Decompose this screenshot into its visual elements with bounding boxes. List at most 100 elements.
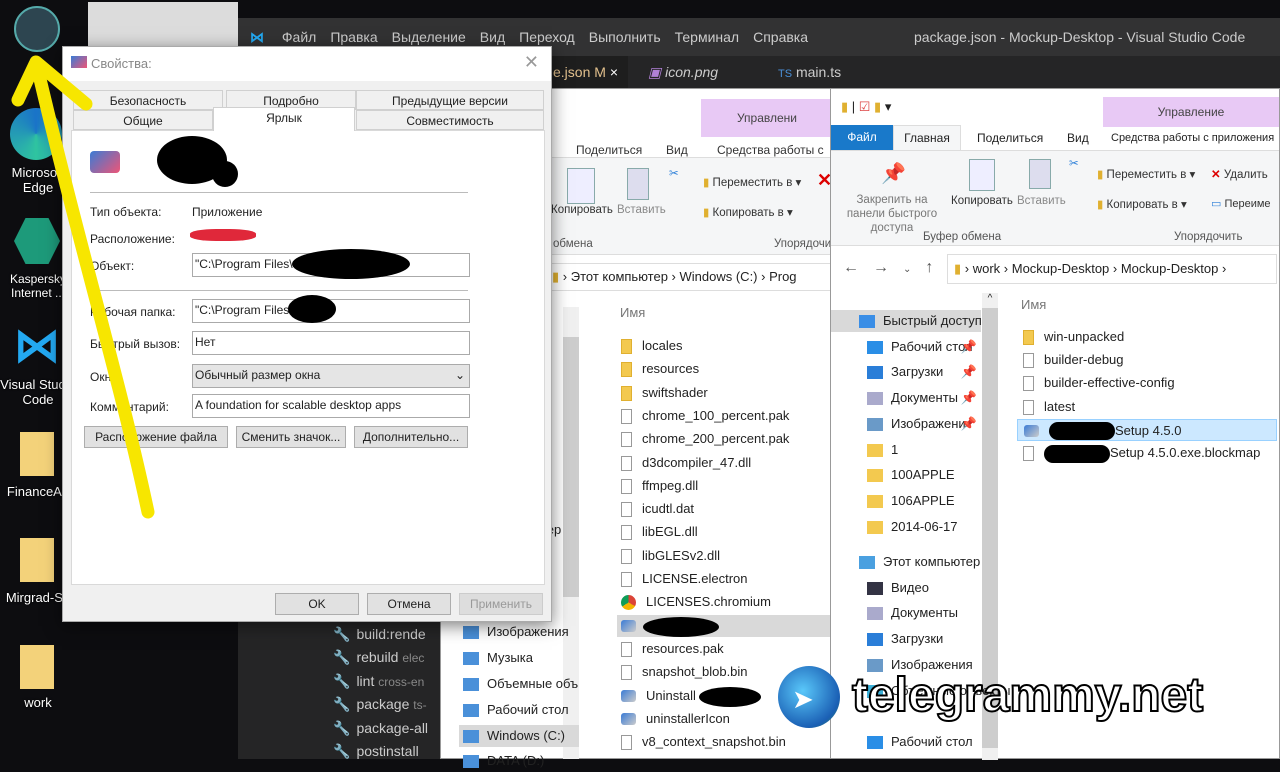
npm-script-item[interactable]: 🔧 package ts- xyxy=(333,696,427,713)
column-header-name[interactable]: Имя xyxy=(620,305,645,320)
nav-item[interactable]: Музыка xyxy=(459,647,579,669)
nav-item[interactable]: Загрузки xyxy=(831,628,981,650)
nav-buttons[interactable]: ←→⌄↑ xyxy=(843,259,947,277)
npm-script-item[interactable]: 🔧 postinstall xyxy=(333,743,419,760)
breadcrumb-item[interactable]: Windows (C:) xyxy=(680,269,758,284)
menu-item[interactable]: Терминал xyxy=(675,18,739,56)
file-row[interactable]: builder-effective-config xyxy=(1017,372,1277,394)
paste-button[interactable]: Вставить xyxy=(617,204,666,216)
manage-tab[interactable]: Управлени xyxy=(701,99,833,137)
file-row[interactable]: resources xyxy=(617,358,831,380)
file-row[interactable]: LICENSES.chromium xyxy=(617,591,831,613)
nav-item[interactable]: Рабочий стол 📌 xyxy=(831,336,981,358)
nav-item[interactable]: Windows (C:) xyxy=(459,725,579,747)
file-row[interactable]: swiftshader xyxy=(617,382,831,404)
menu-item[interactable]: Справка xyxy=(753,18,808,56)
menu-item[interactable]: Выполнить xyxy=(589,18,661,56)
file-row[interactable]: libEGL.dll xyxy=(617,521,831,543)
nav-item-label: Документы xyxy=(891,390,959,405)
column-header-name[interactable]: Имя xyxy=(1021,297,1046,312)
nav-item[interactable]: Изображени 📌 xyxy=(831,413,981,435)
nav-item[interactable]: 2014-06-17 xyxy=(831,516,981,538)
tab-share[interactable]: Поделиться xyxy=(977,131,1043,145)
nav-item[interactable]: Документы xyxy=(831,602,981,624)
copy-to-button[interactable]: ▮ Копировать в ▾ xyxy=(703,205,793,219)
close-icon[interactable]: × xyxy=(610,64,618,80)
move-to-button[interactable]: ▮ Переместить в ▾ xyxy=(703,175,801,189)
pin-icon[interactable]: 📌 xyxy=(961,336,977,358)
nav-item[interactable]: 1 xyxy=(831,439,981,461)
paste-button[interactable]: Вставить xyxy=(1017,195,1066,207)
file-row[interactable]: icudtl.dat xyxy=(617,498,831,520)
tab-icon-png[interactable]: ▣ icon.png xyxy=(638,56,728,88)
nav-item[interactable]: Рабочий стол xyxy=(459,699,579,721)
npm-script-item[interactable]: 🔧 rebuild elec xyxy=(333,649,424,666)
file-row[interactable]: Setup 4.5.0.exe.blockmap xyxy=(1017,442,1277,464)
tab-view[interactable]: Вид xyxy=(666,143,688,157)
tab-view[interactable]: Вид xyxy=(1067,131,1089,145)
file-row[interactable]: resources.pak xyxy=(617,638,831,660)
breadcrumb-item[interactable]: Mockup-Desktop xyxy=(1121,261,1219,276)
quick-access-toolbar[interactable]: ▮ | ☑ ▮ ▾ xyxy=(841,99,891,115)
file-row[interactable]: v8_context_snapshot.bin xyxy=(617,731,831,753)
pin-icon[interactable]: 📌 xyxy=(961,413,977,435)
close-icon[interactable]: ✕ xyxy=(524,52,539,73)
nav-item[interactable]: DATA (D:) xyxy=(459,750,579,772)
file-name: resources xyxy=(642,361,700,377)
nav-item[interactable]: Загрузки 📌 xyxy=(831,361,981,383)
file-row[interactable]: chrome_200_percent.pak xyxy=(617,428,831,450)
nav-item[interactable]: Изображения xyxy=(459,621,579,643)
nav-item[interactable]: Этот компьютер xyxy=(831,551,981,573)
tab-file[interactable]: Файл xyxy=(831,125,893,150)
pin-icon[interactable]: 📌 xyxy=(961,361,977,383)
copy-to-button[interactable]: ▮ Копировать в ▾ xyxy=(1097,197,1187,211)
breadcrumb-item[interactable]: Mockup-Desktop xyxy=(1012,261,1110,276)
nav-item[interactable]: Документы 📌 xyxy=(831,387,981,409)
tab-main-ts[interactable]: TS main.ts xyxy=(768,56,851,88)
file-row[interactable]: ffmpeg.dll xyxy=(617,475,831,497)
tab-home[interactable]: Главная xyxy=(893,125,961,151)
file-row[interactable]: LICENSE.electron xyxy=(617,568,831,590)
npm-script-item[interactable]: 🔧 lint cross-en xyxy=(333,673,424,690)
file-row[interactable]: d3dcompiler_47.dll xyxy=(617,452,831,474)
copy-button[interactable]: Копировать xyxy=(551,204,613,216)
file-row[interactable]: Setup 4.5.0 xyxy=(1017,418,1277,441)
file-row[interactable]: locales xyxy=(617,335,831,357)
breadcrumb-item[interactable]: Prog xyxy=(769,269,796,284)
file-row[interactable]: win-unpacked xyxy=(1017,326,1277,348)
file-row[interactable]: libGLESv2.dll xyxy=(617,545,831,567)
tab-share[interactable]: Поделиться xyxy=(576,143,642,157)
nav-item[interactable]: Видео xyxy=(831,577,981,599)
tab-previous-versions[interactable]: Предыдущие версии xyxy=(356,90,544,110)
delete-button[interactable]: ✕ Удалить xyxy=(1211,167,1268,181)
advanced-button[interactable]: Дополнительно... xyxy=(354,426,468,448)
copy-button[interactable]: Копировать xyxy=(951,195,1013,207)
nav-item[interactable]: 106APPLE xyxy=(831,490,981,512)
move-to-button[interactable]: ▮ Переместить в ▾ xyxy=(1097,167,1195,181)
nav-item[interactable]: Рабочий стол xyxy=(831,731,981,753)
pin-quick-access-button[interactable]: Закрепить на панели быстрого доступа xyxy=(837,193,947,235)
npm-script-item[interactable]: 🔧 build:rende xyxy=(333,626,426,643)
nav-item[interactable]: 100APPLE xyxy=(831,464,981,486)
tab-package-json[interactable]: e.json M × xyxy=(543,56,628,88)
breadcrumb-item[interactable]: work xyxy=(973,261,1000,276)
file-row[interactable]: chrome_100_percent.pak xyxy=(617,405,831,427)
nav-item[interactable]: Объемные объ xyxy=(459,673,579,695)
tab-app-tools[interactable]: Средства работы с приложения xyxy=(1111,132,1274,144)
tab-shortcut[interactable]: Ярлык xyxy=(213,107,355,131)
pin-icon[interactable]: 📌 xyxy=(961,387,977,409)
breadcrumb-item[interactable]: Этот компьютер xyxy=(571,269,668,284)
manage-tab[interactable]: Управление xyxy=(1103,97,1279,127)
cut-icon[interactable]: ✂ xyxy=(1069,156,1079,170)
file-row[interactable] xyxy=(617,614,831,637)
npm-script-item[interactable]: 🔧 package-all xyxy=(333,720,428,737)
nav-item[interactable]: Быстрый доступ xyxy=(831,310,982,332)
cancel-button[interactable]: Отмена xyxy=(367,593,451,615)
file-row[interactable]: builder-debug xyxy=(1017,349,1277,371)
address-bar[interactable]: ▮ › Этот компьютер › Windows (C:) › Prog xyxy=(551,263,831,291)
cut-icon[interactable]: ✂ xyxy=(669,166,679,180)
rename-button[interactable]: ▭ Переиме xyxy=(1211,197,1271,210)
address-bar[interactable]: ▮ › work › Mockup-Desktop › Mockup-Deskt… xyxy=(947,254,1277,284)
file-row[interactable]: latest xyxy=(1017,396,1277,418)
tab-compatibility[interactable]: Совместимость xyxy=(356,110,544,130)
